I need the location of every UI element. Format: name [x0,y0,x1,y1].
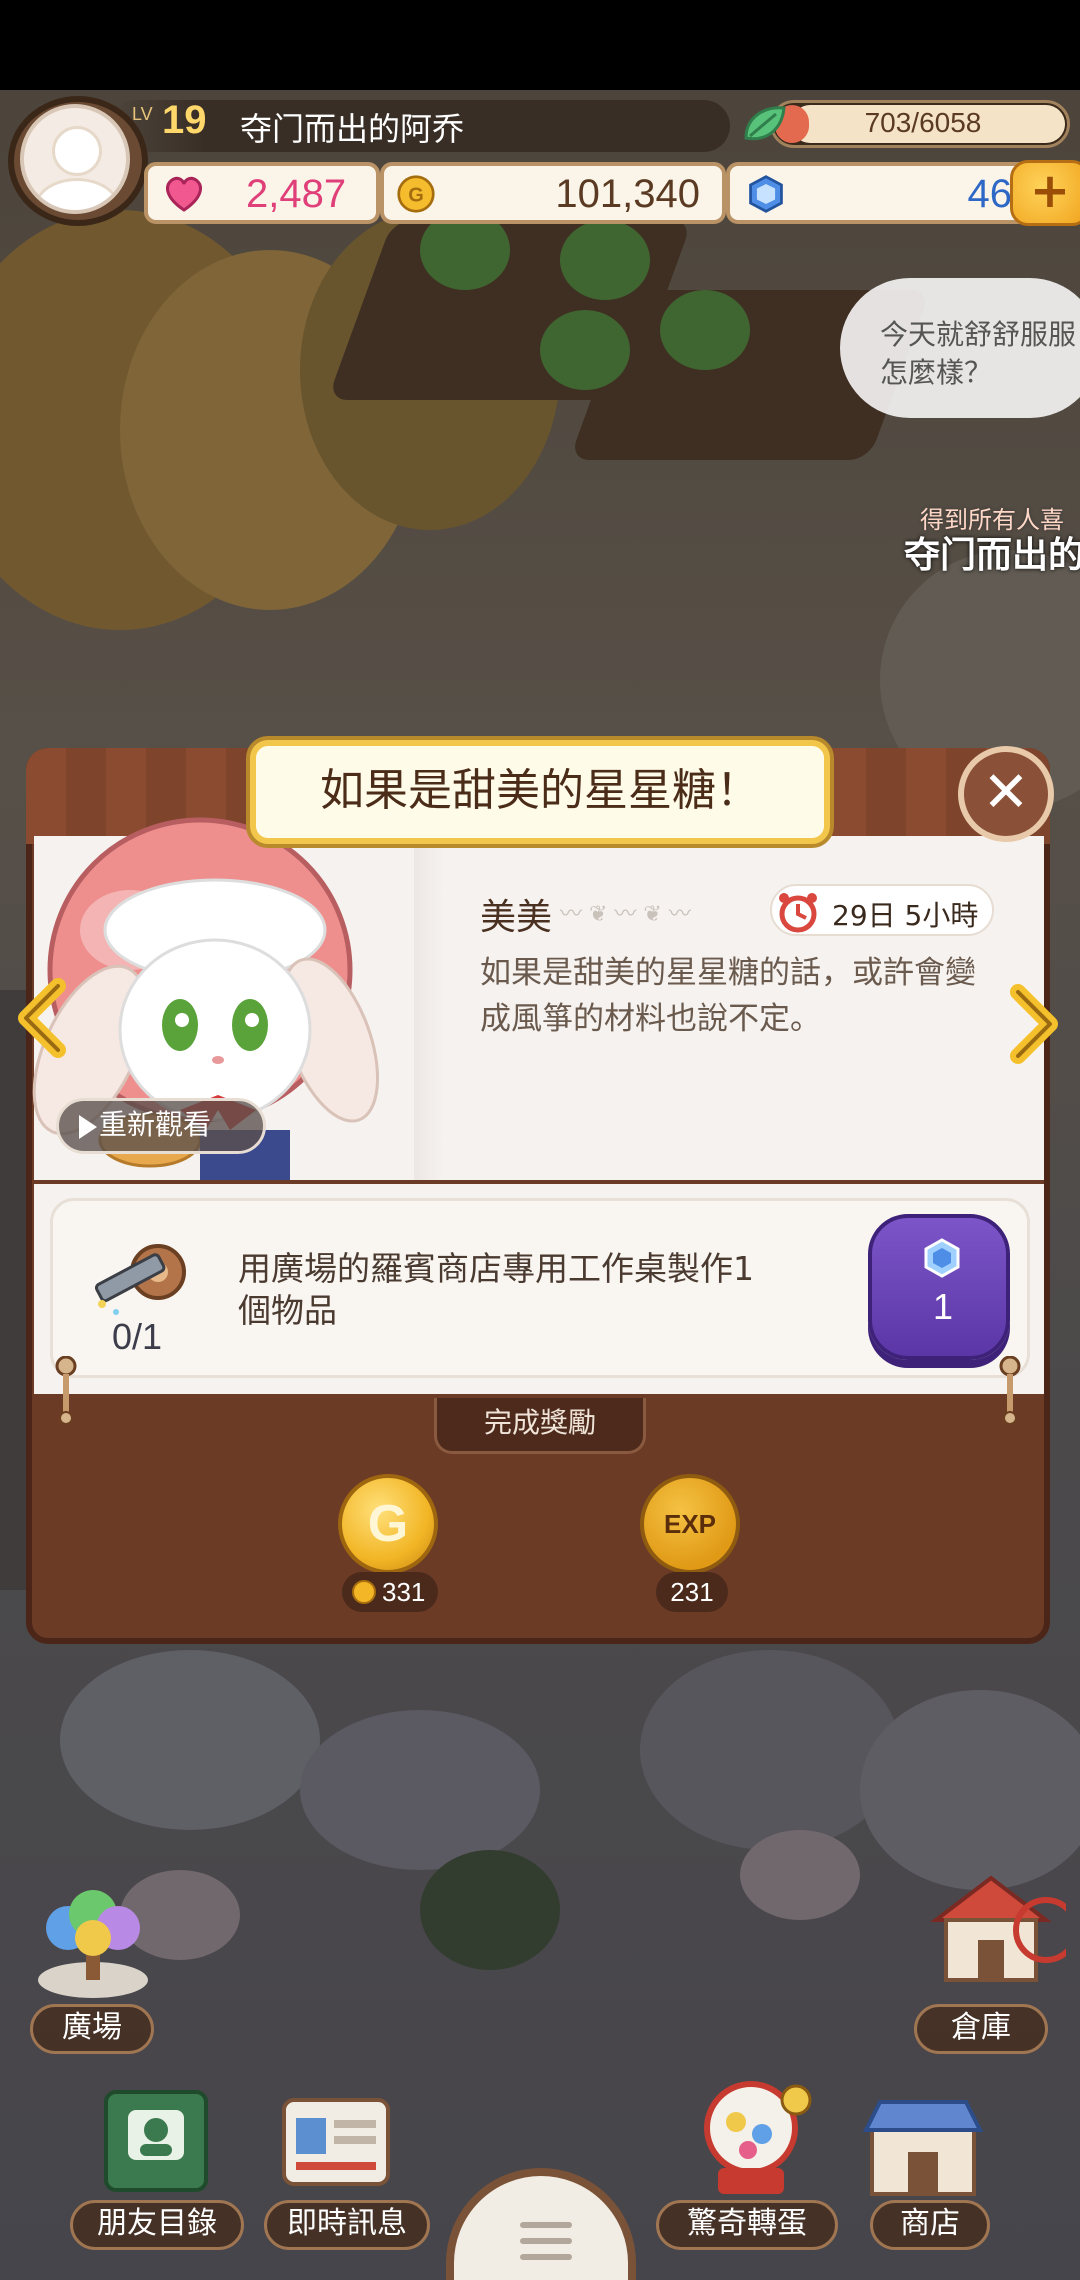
friends-button-label[interactable]: 朋友目錄 [70,2200,244,2250]
gold-value: 101,340 [555,172,700,216]
warehouse-icon[interactable] [916,1860,1066,2000]
messages-button-label[interactable]: 即時訊息 [264,2200,430,2250]
gold-coin-icon: G [397,175,435,213]
exp-reward-chip: 231 [656,1572,728,1612]
gold-reward-chip: 331 [342,1572,438,1612]
energy-value: 703/6058 [864,107,982,138]
speech-text: 今天就舒舒服服 怎麼樣？ [880,318,1077,389]
replay-label: 重新觀看 [99,1108,212,1141]
task-progress: 0/1 [112,1316,163,1357]
plaza-tree-icon[interactable] [28,1880,158,2000]
previous-arrow-icon[interactable] [12,978,72,1058]
next-arrow-icon[interactable] [1004,984,1064,1064]
rope-left-icon [55,1356,77,1425]
play-icon [79,1115,97,1139]
avatar-body-icon [34,178,120,210]
leaf-energy-icon [744,106,786,141]
mini-coin-icon [352,1580,376,1604]
plaza-button-label[interactable]: 廣場 [30,2004,154,2054]
svg-text:G: G [408,184,424,206]
add-gems-button[interactable]: + [1010,160,1080,226]
timer-value: 29日 5小時 [832,899,979,932]
replay-button[interactable]: 重新觀看 [56,1098,266,1154]
gold-reward-value: 331 [382,1577,426,1607]
shop-stall-icon[interactable] [858,2090,988,2200]
gacha-button-label[interactable]: 驚奇轉蛋 [656,2200,838,2250]
gem-icon [924,1238,960,1278]
messages-card-icon[interactable] [276,2090,396,2200]
quest-timer: 29日 5小時 [770,884,994,936]
ornament-divider: 〰︎ ❦ 〰︎ ❦ 〰︎ [560,902,691,927]
level-label: LV [132,104,153,124]
gem-icon [749,175,783,213]
energy-bar[interactable]: 703/6058 [770,100,1070,148]
avatar-face-icon [52,126,102,176]
menu-icon [520,2222,572,2270]
task-description: 用廣場的羅賓商店專用工作桌製作1個物品 [238,1249,754,1330]
story-text: 如果是甜美的星星糖的話，或許會變成風箏的材料也說不定。 [480,955,976,1037]
reward-area [40,1440,1036,1632]
gem-reward-button[interactable]: 1 [868,1214,1010,1360]
gems-value: 46 [967,172,1013,216]
exp-reward-value: 231 [670,1577,714,1607]
reward-section-label: 完成獎勵 [434,1398,646,1454]
friends-book-icon[interactable] [96,2086,216,2196]
shop-button-label[interactable]: 商店 [870,2200,990,2250]
heart-icon [166,176,202,212]
hearts-value: 2,487 [246,172,347,216]
rope-right-icon [999,1356,1021,1425]
gacha-machine-icon[interactable] [686,2070,816,2200]
gold-reward-icon: G [338,1474,438,1574]
hearts-counter[interactable]: 2,487 [144,162,380,224]
gem-reward-value: 1 [932,1286,954,1327]
status-bar [0,0,1080,90]
warehouse-button-label[interactable]: 倉庫 [914,2004,1048,2054]
thanks-player-name: 夺门而出的 [904,535,1080,576]
gems-counter[interactable]: 46 [726,162,1046,224]
alarm-clock-icon [779,893,817,933]
character-name: 美美 [480,897,553,938]
level-number: 19 [162,98,207,142]
player-name: 夺门而出的阿乔 [240,110,465,148]
gold-counter[interactable]: G 101,340 [380,162,726,224]
avatar[interactable] [20,104,130,214]
exp-reward-icon: EXP [640,1474,740,1574]
popup-title: 如果是甜美的星星糖！ [250,740,830,844]
craft-tool-icon [94,1244,186,1315]
close-button[interactable]: ✕ [958,746,1054,842]
npc-speech-bubble: 今天就舒舒服服 怎麼樣？ [840,278,1080,418]
